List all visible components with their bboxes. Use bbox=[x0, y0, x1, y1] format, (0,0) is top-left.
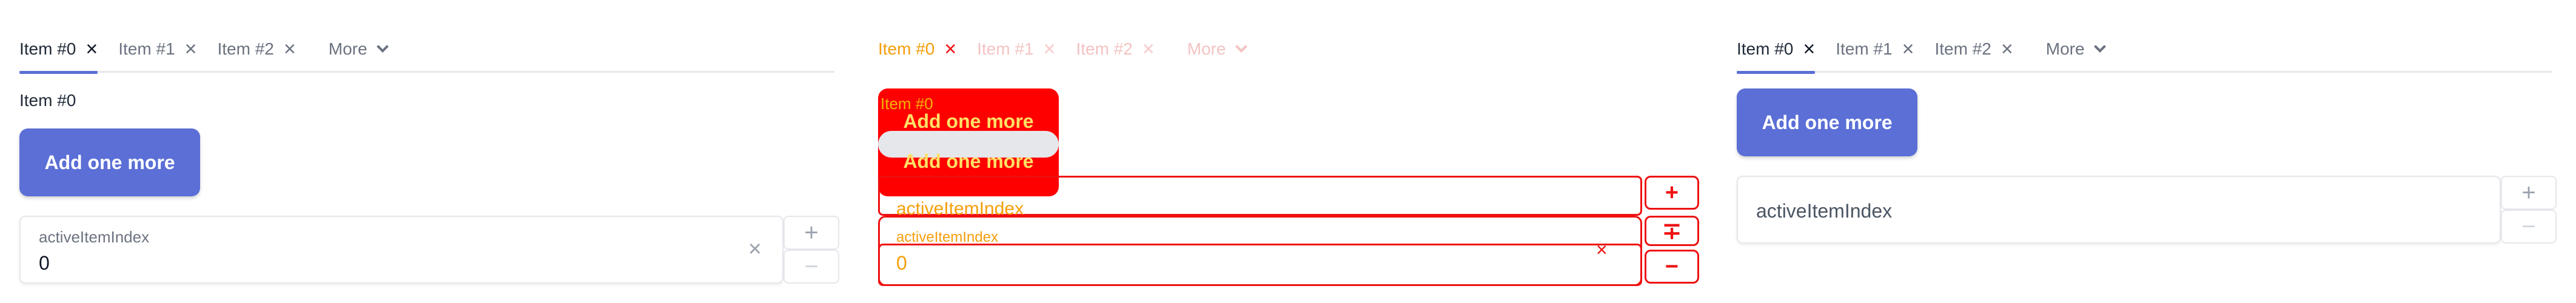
tab-content-title: Item #0 bbox=[19, 91, 76, 110]
tab-label: Item #1 bbox=[1836, 39, 1893, 58]
active-item-index-field[interactable]: activeItemIndex 0 × bbox=[19, 216, 783, 284]
close-icon[interactable]: × bbox=[1902, 39, 1914, 59]
tab-item-0[interactable]: Item #0 × bbox=[878, 26, 956, 72]
clear-icon[interactable]: × bbox=[1596, 239, 1608, 261]
plus-icon: + bbox=[804, 219, 819, 246]
add-one-more-button[interactable]: Add one more bbox=[19, 128, 200, 196]
tab-bar: Item #0 × Item #1 × Item #2 × More bbox=[878, 27, 1693, 73]
tab-label: Item #0 bbox=[19, 39, 76, 58]
increment-decrement-overlap[interactable]: ∓ bbox=[1645, 216, 1699, 246]
tab-label: Item #0 bbox=[878, 39, 935, 58]
tab-item-2[interactable]: Item #2 × bbox=[1076, 26, 1155, 72]
tab-label: Item #1 bbox=[118, 39, 175, 58]
close-icon[interactable]: × bbox=[86, 39, 98, 59]
tab-item-0[interactable]: Item #0 × bbox=[1737, 26, 1816, 74]
plus-icon: + bbox=[2521, 179, 2536, 206]
decrement-button[interactable]: − bbox=[783, 250, 839, 284]
tab-item-1[interactable]: Item #1 × bbox=[1836, 26, 1914, 72]
minus-icon: − bbox=[2521, 213, 2536, 240]
clear-icon[interactable]: × bbox=[748, 238, 762, 261]
chevron-down-icon bbox=[376, 40, 389, 53]
tab-item-2[interactable]: Item #2 × bbox=[218, 26, 296, 72]
close-icon[interactable]: × bbox=[1142, 39, 1155, 59]
tab-label: Item #1 bbox=[977, 39, 1034, 58]
more-menu-button[interactable]: More bbox=[328, 39, 389, 59]
tab-item-1[interactable]: Item #1 × bbox=[977, 26, 1055, 72]
minus-icon: − bbox=[1665, 253, 1679, 279]
panel-default: Item #0 × Item #1 × Item #2 × More Item … bbox=[0, 0, 859, 303]
active-item-index-field[interactable]: activeItemIndex bbox=[1737, 176, 2501, 244]
tab-label: Item #2 bbox=[217, 39, 274, 58]
debug-field-value: 0 bbox=[896, 252, 907, 274]
debug-input-outline bbox=[878, 244, 1642, 286]
more-label: More bbox=[1187, 39, 1226, 58]
decrement-button[interactable]: − bbox=[1645, 250, 1699, 284]
more-label: More bbox=[2045, 39, 2085, 58]
close-icon[interactable]: × bbox=[2001, 39, 2013, 59]
tab-label: Item #0 bbox=[1737, 39, 1794, 58]
more-menu-button[interactable]: More bbox=[2045, 39, 2106, 59]
debug-button-label: Add one more bbox=[903, 110, 1034, 132]
tab-label: Item #2 bbox=[1076, 39, 1133, 58]
close-icon[interactable]: × bbox=[284, 39, 296, 59]
minus-icon: − bbox=[804, 253, 819, 280]
tab-item-2[interactable]: Item #2 × bbox=[1935, 26, 2013, 72]
decrement-button[interactable]: − bbox=[2501, 210, 2557, 244]
increment-button[interactable]: + bbox=[2501, 176, 2557, 210]
more-menu-button[interactable]: More bbox=[1187, 39, 1247, 59]
panel-debug-overlay: Item #0 × Item #1 × Item #2 × More Item … bbox=[859, 0, 1717, 303]
increment-button[interactable]: + bbox=[1645, 176, 1699, 210]
chevron-down-icon bbox=[2093, 40, 2106, 53]
increment-button[interactable]: + bbox=[783, 216, 839, 250]
close-icon[interactable]: × bbox=[185, 39, 197, 59]
close-icon[interactable]: × bbox=[1803, 39, 1815, 59]
field-value: 0 bbox=[39, 252, 50, 274]
tab-item-1[interactable]: Item #1 × bbox=[118, 26, 196, 72]
field-label: activeItemIndex bbox=[39, 228, 150, 246]
close-icon[interactable]: × bbox=[944, 39, 956, 59]
tab-item-0[interactable]: Item #0 × bbox=[19, 26, 98, 74]
tab-bar: Item #0 × Item #1 × Item #2 × More bbox=[1737, 26, 2552, 74]
debug-button-label: Add one more bbox=[903, 150, 1034, 172]
tab-label: Item #2 bbox=[1934, 39, 1991, 58]
plus-minus-icon: ∓ bbox=[1662, 218, 1682, 244]
field-placeholder: activeItemIndex bbox=[1756, 200, 1893, 222]
more-label: More bbox=[328, 39, 367, 58]
plus-icon: + bbox=[1665, 179, 1679, 205]
chevron-down-icon bbox=[1235, 40, 1247, 53]
panel-empty-state: Item #0 × Item #1 × Item #2 × More Add o… bbox=[1717, 0, 2576, 303]
tab-bar: Item #0 × Item #1 × Item #2 × More bbox=[19, 26, 834, 74]
add-one-more-button[interactable]: Add one more bbox=[1737, 88, 1917, 156]
close-icon[interactable]: × bbox=[1044, 39, 1056, 59]
